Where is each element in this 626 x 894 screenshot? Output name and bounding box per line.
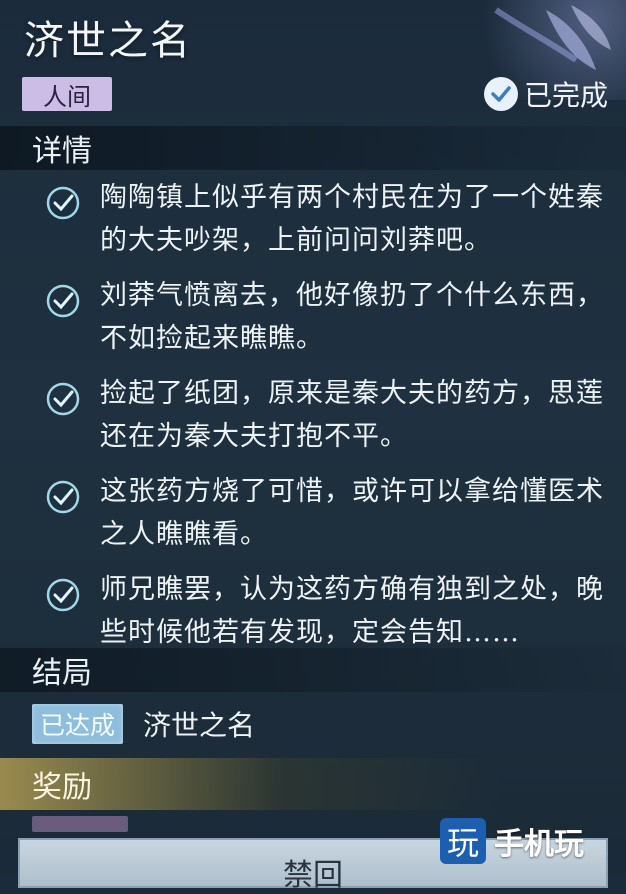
category-tag: 人间 — [22, 77, 112, 111]
watermark: 玩 手机玩 — [440, 818, 584, 864]
list-item: 师兄瞧罢，认为这药方确有独到之处，晚些时候他若有发现，定会告知…… — [40, 568, 615, 654]
check-circle-icon — [483, 77, 518, 111]
details-list: 陶陶镇上似乎有两个村民在为了一个姓秦的大夫吵架，上前问问刘莽吧。 刘莽气愤离去，… — [40, 176, 615, 666]
list-item-text: 这张药方烧了可惜，或许可以拿给懂医术之人瞧瞧看。 — [100, 476, 604, 550]
ending-header: 结局 — [0, 648, 626, 692]
list-item: 陶陶镇上似乎有两个村民在为了一个姓秦的大夫吵架，上前问问刘莽吧。 — [40, 176, 615, 262]
flower-emblem-icon — [494, 5, 611, 70]
ending-name: 济世之名 — [143, 709, 256, 742]
check-icon — [46, 480, 80, 514]
reward-item[interactable] — [32, 816, 128, 832]
list-item-text: 陶陶镇上似乎有两个村民在为了一个姓秦的大夫吵架，上前问问刘莽吧。 — [100, 182, 604, 256]
watermark-logo: 玩 — [440, 818, 486, 864]
list-item: 捡起了纸团，原来是秦大夫的药方，思莲还在为秦大夫打抱不平。 — [40, 372, 615, 458]
list-item-text: 捡起了纸团，原来是秦大夫的药方，思莲还在为秦大夫打抱不平。 — [100, 378, 604, 452]
quest-title: 济世之名 — [24, 18, 192, 64]
check-icon — [46, 578, 80, 612]
completion-status: 已完成 — [483, 74, 608, 114]
list-item-text: 师兄瞧罢，认为这药方确有独到之处，晚些时候他若有发现，定会告知…… — [100, 574, 604, 648]
check-icon — [46, 186, 80, 220]
reward-header: 奖励 — [0, 758, 626, 810]
list-item-text: 刘莽气愤离去，他好像扔了个什么东西，不如捡起来瞧瞧。 — [100, 280, 604, 354]
check-icon — [46, 382, 80, 416]
watermark-text: 手机玩 — [494, 827, 584, 862]
check-icon — [46, 284, 80, 318]
ending-row: 已达成 济世之名 — [32, 704, 255, 744]
achieved-badge: 已达成 — [32, 704, 124, 744]
list-item: 这张药方烧了可惜，或许可以拿给懂医术之人瞧瞧看。 — [40, 470, 615, 556]
status-label: 已完成 — [523, 79, 608, 112]
details-header: 详情 — [0, 126, 626, 170]
list-item: 刘莽气愤离去，他好像扔了个什么东西，不如捡起来瞧瞧。 — [40, 274, 615, 360]
